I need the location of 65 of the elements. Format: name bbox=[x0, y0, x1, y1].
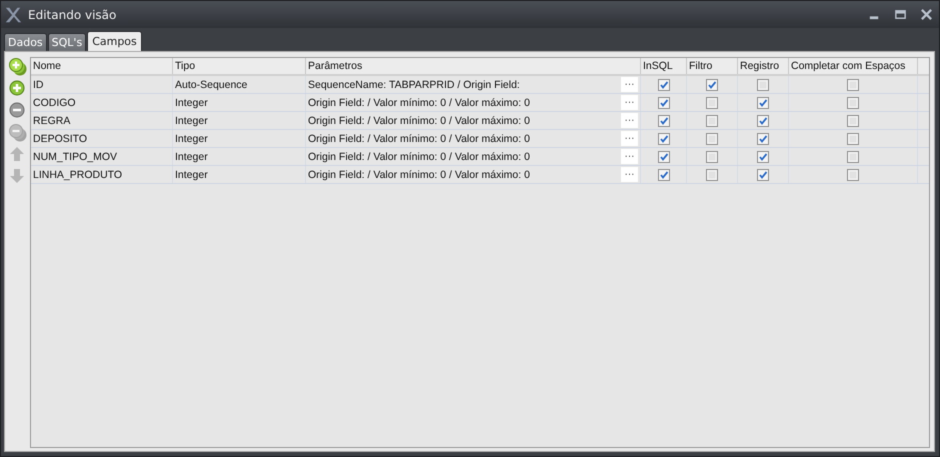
checkbox[interactable] bbox=[847, 78, 859, 91]
checkbox[interactable] bbox=[847, 150, 859, 163]
checkbox[interactable] bbox=[658, 78, 670, 91]
checkbox[interactable] bbox=[706, 168, 718, 181]
checkbox[interactable] bbox=[706, 114, 718, 127]
checkbox[interactable] bbox=[658, 114, 670, 127]
table-cell: CODIGO bbox=[31, 94, 172, 112]
close-icon[interactable] bbox=[920, 8, 933, 21]
checkbox[interactable] bbox=[757, 114, 769, 127]
column-header: Filtro bbox=[686, 58, 738, 75]
table-cell: DEPOSITO bbox=[31, 130, 172, 148]
table-cell: Integer bbox=[172, 148, 306, 166]
tab[interactable]: Dados bbox=[4, 33, 47, 51]
table-cell: ID bbox=[31, 75, 172, 94]
checkbox[interactable] bbox=[757, 150, 769, 163]
table-cell: REGRA bbox=[31, 112, 172, 130]
checkbox[interactable] bbox=[847, 132, 859, 145]
ellipsis-button[interactable]: ··· bbox=[621, 149, 638, 164]
checkbox[interactable] bbox=[658, 96, 670, 109]
window-title: Editando visão bbox=[28, 8, 118, 22]
table-cell: Origin Field: / Valor mínimo: 0 / Valor máximo: 0 bbox=[308, 114, 530, 126]
checkbox[interactable] bbox=[847, 168, 859, 181]
table-cell: Integer bbox=[172, 112, 306, 130]
table-cell: Origin Field: / Valor mínimo: 0 / Valor máximo: 0 bbox=[308, 150, 530, 162]
checkbox[interactable] bbox=[706, 96, 718, 109]
column-header: Tipo bbox=[172, 58, 306, 75]
checkbox[interactable] bbox=[757, 96, 769, 109]
checkbox[interactable] bbox=[706, 132, 718, 145]
column-header: InSQL bbox=[640, 58, 686, 75]
checkbox[interactable] bbox=[706, 150, 718, 163]
table-cell: Origin Field: / Valor mínimo: 0 / Valor máximo: 0 bbox=[308, 132, 530, 144]
checkbox[interactable] bbox=[847, 114, 859, 127]
plus-stack-icon[interactable] bbox=[8, 57, 27, 76]
tab[interactable]: SQL's bbox=[48, 33, 86, 51]
ellipsis-button[interactable]: ··· bbox=[621, 95, 638, 110]
table-cell: Integer bbox=[172, 130, 306, 148]
table-cell: Origin Field: / Valor mínimo: 0 / Valor máximo: 0 bbox=[308, 168, 530, 180]
checkbox[interactable] bbox=[757, 168, 769, 181]
column-header: Registro bbox=[738, 58, 788, 75]
table-cell: NUM_TIPO_MOV bbox=[31, 148, 172, 166]
table-cell: Integer bbox=[172, 94, 306, 112]
column-header: Parâmetros bbox=[306, 58, 640, 75]
maximize-icon[interactable] bbox=[894, 8, 907, 21]
checkbox[interactable] bbox=[757, 78, 769, 91]
table-cell: LINHA_PRODUTO bbox=[31, 166, 172, 184]
column-header: Nome bbox=[31, 58, 172, 75]
minus-icon[interactable] bbox=[8, 101, 27, 120]
table-cell: Auto-Sequence bbox=[172, 75, 306, 94]
checkbox[interactable] bbox=[658, 150, 670, 163]
checkbox[interactable] bbox=[757, 132, 769, 145]
checkbox[interactable] bbox=[706, 78, 718, 91]
app-logo-icon bbox=[4, 6, 22, 24]
tab[interactable]: Campos bbox=[87, 31, 142, 51]
column-header: Completar com Espaços bbox=[788, 58, 918, 75]
table-cell: Integer bbox=[172, 166, 306, 184]
checkbox[interactable] bbox=[847, 96, 859, 109]
ellipsis-button[interactable]: ··· bbox=[621, 131, 638, 146]
ellipsis-button[interactable]: ··· bbox=[621, 77, 638, 92]
table-cell: Origin Field: / Valor mínimo: 0 / Valor máximo: 0 bbox=[308, 96, 530, 108]
ellipsis-button[interactable]: ··· bbox=[621, 167, 638, 182]
checkbox[interactable] bbox=[658, 132, 670, 145]
ellipsis-button[interactable]: ··· bbox=[621, 113, 638, 128]
checkbox[interactable] bbox=[658, 168, 670, 181]
table-cell: SequenceName: TABPARPRID / Origin Field: bbox=[308, 78, 520, 90]
plus-icon[interactable] bbox=[8, 79, 27, 98]
